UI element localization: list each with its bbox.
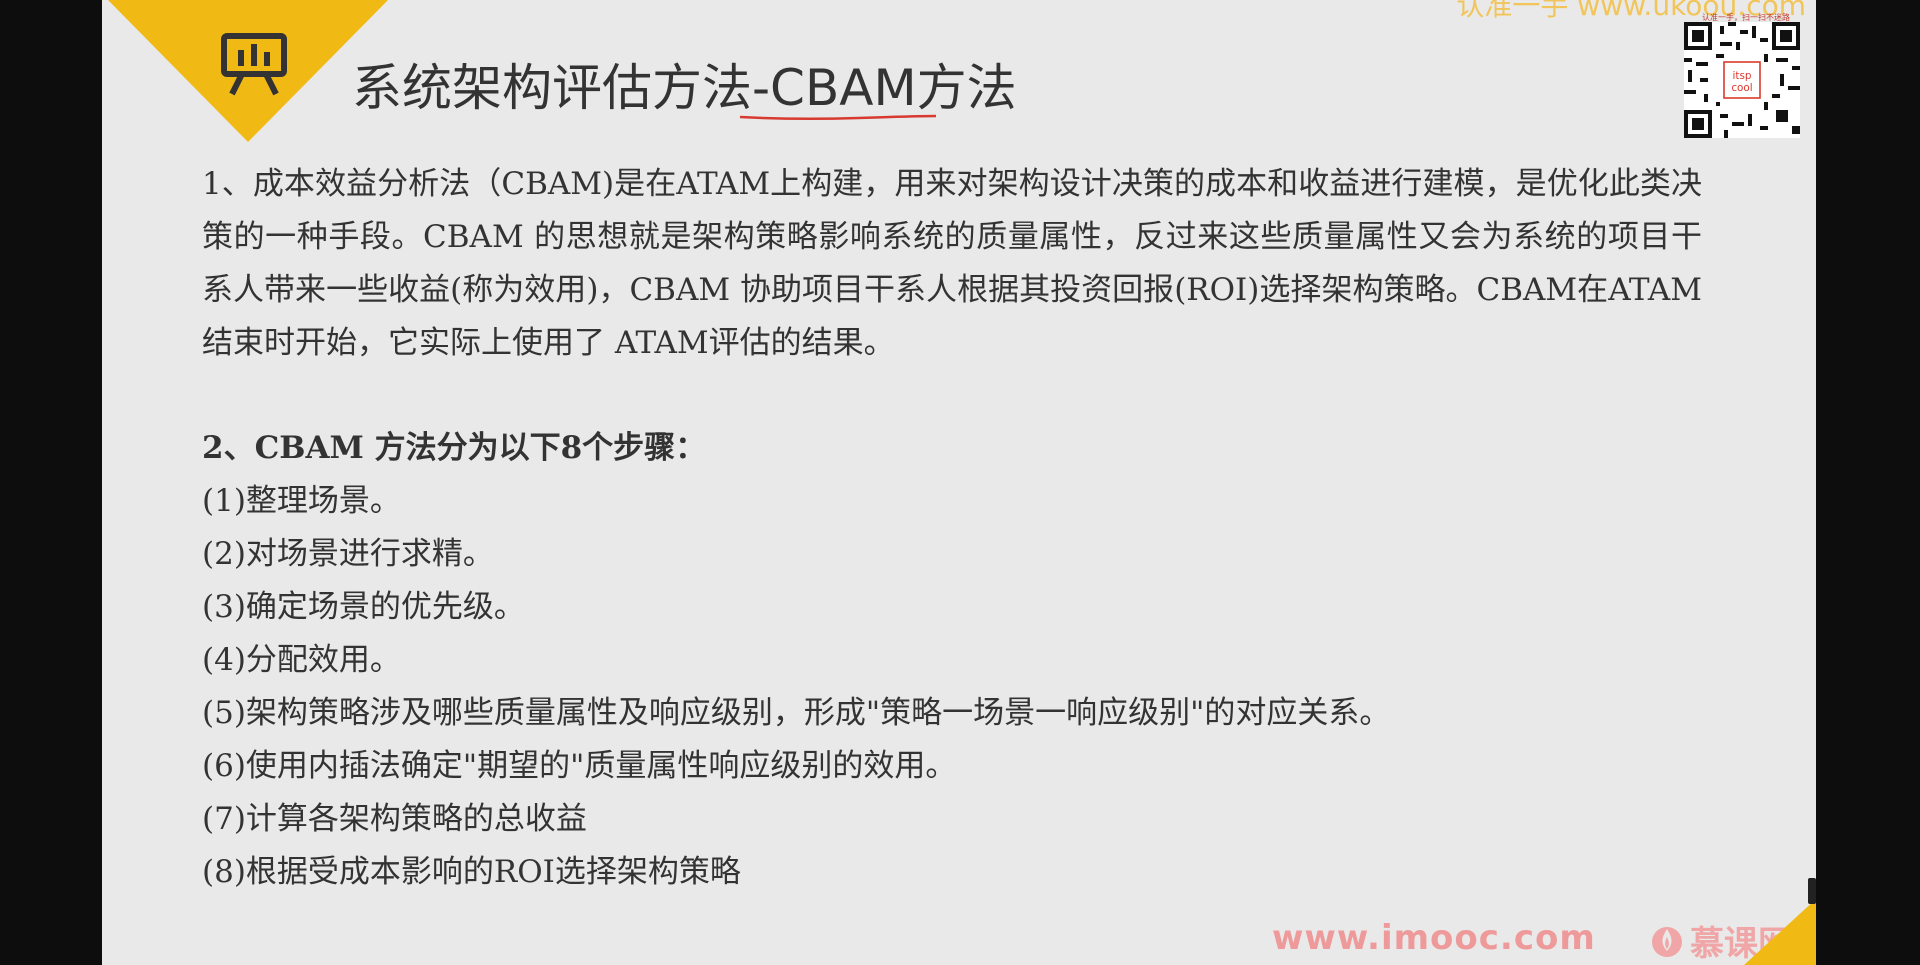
step-item: (2)对场景进行求精。 <box>202 536 494 572</box>
flame-logo-icon <box>1652 927 1682 957</box>
step-item: (1)整理场景。 <box>202 483 401 519</box>
step-item: (3)确定场景的优先级。 <box>202 589 525 625</box>
qr-code: itsp cool <box>1684 22 1800 138</box>
slide: 系统架构评估方法-CBAM方法 认准一手 www.ukoou.com 认准一手，… <box>102 0 1816 965</box>
step-item: (5)架构策略涉及哪些质量属性及响应级别，形成"策略一场景一响应级别"的对应关系… <box>202 695 1391 731</box>
qr-center-label-2: cool <box>1731 82 1752 94</box>
slide-edge-marker <box>1808 878 1816 904</box>
slide-content: 1、成本效益分析法（CBAM)是在ATAM上构建，用来对架构设计决策的成本和收益… <box>202 158 1702 899</box>
step-item: (8)根据受成本影响的ROI选择架构策略 <box>202 854 741 890</box>
steps-heading: 2、CBAM 方法分为以下8个步骤： <box>202 430 707 466</box>
slide-title: 系统架构评估方法-CBAM方法 <box>352 59 1017 117</box>
step-item: (6)使用内插法确定"期望的"质量属性响应级别的效用。 <box>202 748 957 784</box>
video-frame: 系统架构评估方法-CBAM方法 认准一手 www.ukoou.com 认准一手，… <box>0 0 1920 965</box>
step-item: (4)分配效用。 <box>202 642 401 678</box>
presentation-board-icon <box>221 33 287 96</box>
intro-paragraph: 1、成本效益分析法（CBAM)是在ATAM上构建，用来对架构设计决策的成本和收益… <box>202 166 1702 361</box>
title-underline <box>739 114 937 121</box>
step-item: (7)计算各架构策略的总收益 <box>202 801 587 837</box>
footer-url-watermark: www.imooc.com <box>1272 918 1596 958</box>
qr-center-label: itsp <box>1733 70 1752 82</box>
steps-list: (1)整理场景。 (2)对场景进行求精。 (3)确定场景的优先级。 (4)分配效… <box>202 475 1702 899</box>
corner-accent-bottom-right <box>1744 899 1816 965</box>
